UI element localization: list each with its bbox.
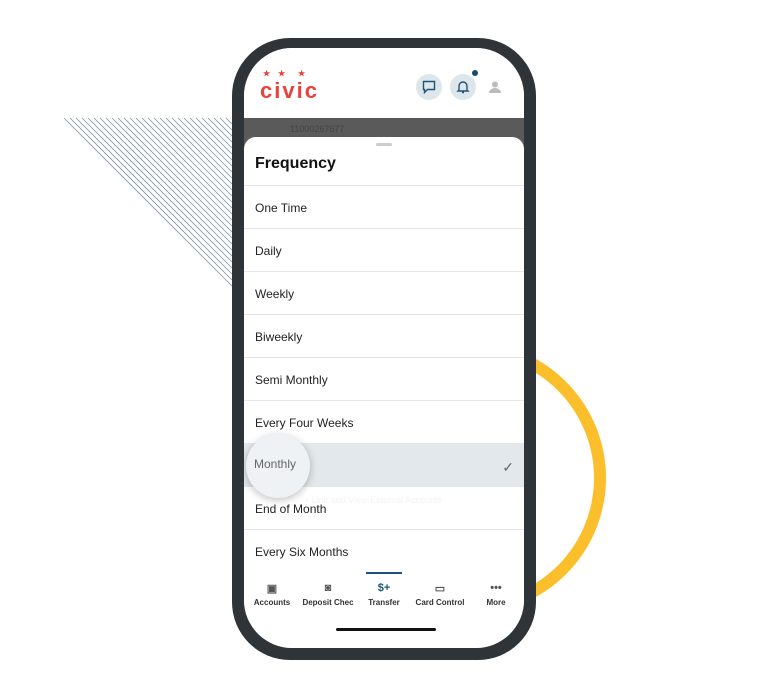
tab-label: Card Control xyxy=(415,598,465,607)
diagonal-line xyxy=(117,117,233,233)
diagonal-line xyxy=(183,117,233,167)
diagonal-line xyxy=(159,117,233,191)
frequency-option[interactable]: Daily xyxy=(244,228,524,271)
diagonal-line xyxy=(189,117,233,161)
diagonal-line xyxy=(99,117,233,251)
chat-icon xyxy=(422,80,436,94)
dollar-transfer-icon: $+ xyxy=(377,582,391,594)
tab-label: Deposit Chec xyxy=(302,598,354,607)
option-label: Every Four Weeks xyxy=(255,416,354,430)
chat-button[interactable] xyxy=(416,74,442,100)
frequency-option[interactable]: Every Six Months xyxy=(244,529,524,572)
sheet-title: Frequency xyxy=(255,155,336,172)
notification-dot xyxy=(472,70,478,76)
link-external-accounts-ghost: + Link and View External Accounts xyxy=(304,495,443,505)
diagonal-line xyxy=(153,117,233,197)
option-label: Biweekly xyxy=(255,330,303,344)
option-label: One Time xyxy=(255,201,308,215)
frequency-option[interactable]: One Time xyxy=(244,185,524,228)
frequency-bottom-sheet: Frequency One Time Daily Weekly Biweekly Sem… xyxy=(244,137,524,577)
frequency-option[interactable]: Biweekly xyxy=(244,314,524,357)
tab-label: Accounts xyxy=(253,598,291,607)
tab-deposit-chec[interactable]: ◙ Deposit Chec xyxy=(300,572,356,622)
phone-screen: ★ ★ ★ civic 11000267677 Frequency One Time D… xyxy=(244,48,524,648)
diagonal-line xyxy=(87,117,233,263)
phone-frame: ★ ★ ★ civic 11000267677 Frequency One Time D… xyxy=(232,38,536,660)
card-icon: ▭ xyxy=(434,583,446,595)
tab-accounts[interactable]: ▣ Accounts xyxy=(244,572,300,622)
tab-label: Transfer xyxy=(368,598,400,607)
wallet-icon: ▣ xyxy=(266,583,278,595)
notifications-button[interactable] xyxy=(450,74,476,100)
bell-icon xyxy=(456,81,470,94)
tab-more[interactable]: ••• More xyxy=(468,572,524,622)
tab-transfer[interactable]: $+ Transfer xyxy=(356,572,412,622)
diagonal-line xyxy=(165,117,233,185)
option-label: Every Six Months xyxy=(255,545,349,559)
diagonal-line xyxy=(141,117,233,209)
tab-label: More xyxy=(486,598,506,607)
diagonal-line xyxy=(207,117,233,143)
tab-card-control[interactable]: ▭ Card Control xyxy=(412,572,468,622)
magnified-option-label: Monthly xyxy=(254,457,297,471)
frequency-option[interactable]: Weekly xyxy=(244,271,524,314)
camera-icon: ◙ xyxy=(324,582,332,594)
diagonal-line xyxy=(63,117,233,287)
option-label: Weekly xyxy=(255,287,295,301)
diagonal-line xyxy=(75,117,233,275)
option-label: Semi Monthly xyxy=(255,373,328,387)
diagonal-line xyxy=(105,117,233,245)
diagonal-line xyxy=(177,117,233,173)
diagonal-line xyxy=(219,117,233,131)
diagonal-line xyxy=(81,117,233,269)
sheet-grab-handle[interactable] xyxy=(376,143,392,146)
profile-icon[interactable] xyxy=(488,80,502,94)
bottom-tab-bar: ▣ Accounts ◙ Deposit Chec $+ Transfer ▭ Card Co… xyxy=(244,572,524,622)
diagonal-line xyxy=(135,117,233,215)
diagonal-line xyxy=(201,117,233,149)
app-header: ★ ★ ★ civic xyxy=(244,48,524,118)
home-indicator[interactable] xyxy=(336,628,436,631)
diagonal-line xyxy=(123,117,233,227)
option-label: Daily xyxy=(255,244,282,258)
diagonal-line xyxy=(147,117,233,203)
diagonal-line xyxy=(195,117,233,155)
more-icon: ••• xyxy=(490,582,502,594)
diagonal-lines-pattern xyxy=(63,117,233,287)
frequency-option[interactable]: Semi Monthly xyxy=(244,357,524,400)
diagonal-line xyxy=(69,117,233,281)
civic-logo: ★ ★ ★ civic xyxy=(260,69,319,103)
checkmark-icon: ✓ xyxy=(502,459,514,475)
